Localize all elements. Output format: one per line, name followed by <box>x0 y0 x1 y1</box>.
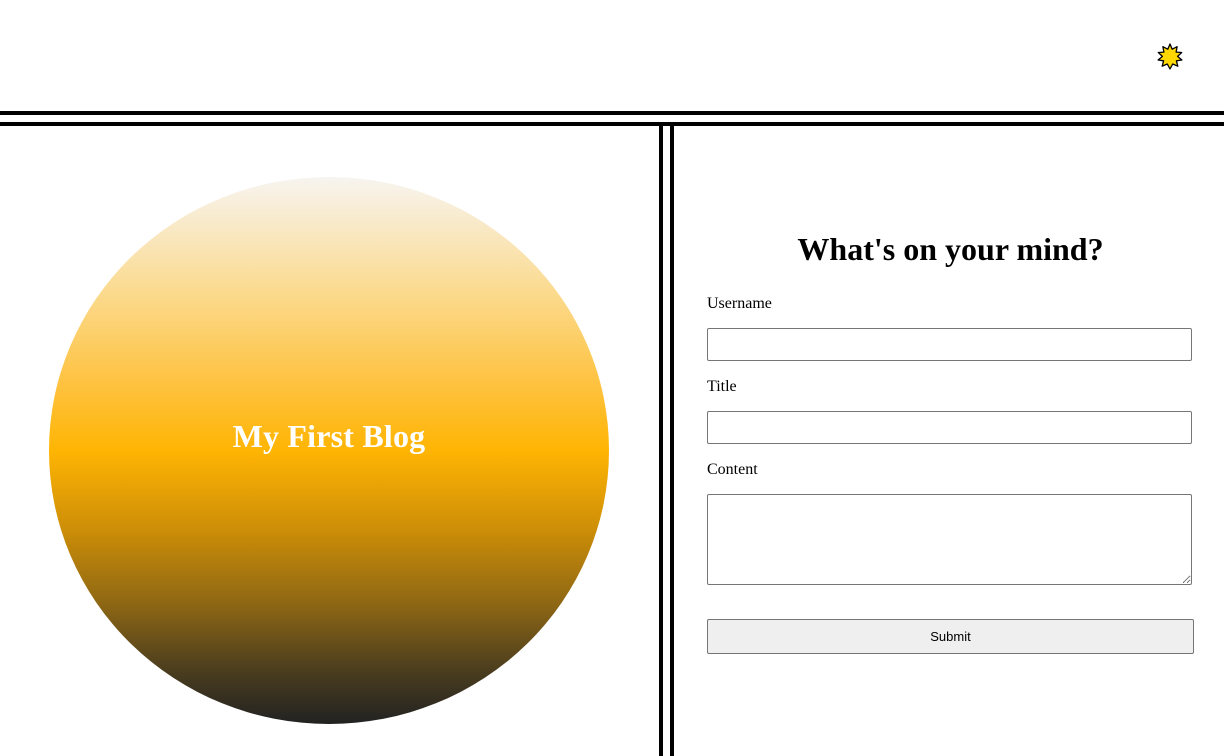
title-input[interactable] <box>707 411 1192 444</box>
sun-icon[interactable] <box>1156 43 1184 71</box>
page: My First Blog What's on your mind? Usern… <box>0 0 1224 756</box>
submit-button[interactable]: Submit <box>707 619 1194 654</box>
username-input[interactable] <box>707 328 1192 361</box>
blog-title: My First Blog <box>232 418 426 454</box>
panel-divider-left <box>659 126 663 756</box>
header <box>0 0 1224 110</box>
hero-panel: My First Blog <box>0 126 659 756</box>
header-divider-top <box>0 111 1224 115</box>
content-textarea[interactable] <box>707 494 1192 585</box>
form-heading: What's on your mind? <box>797 231 1104 267</box>
post-form-panel: What's on your mind? Username Title Cont… <box>674 126 1224 756</box>
hero-gradient-circle: My First Blog <box>49 177 609 724</box>
username-label: Username <box>707 295 772 312</box>
content-label: Content <box>707 461 758 478</box>
title-label: Title <box>707 378 737 395</box>
